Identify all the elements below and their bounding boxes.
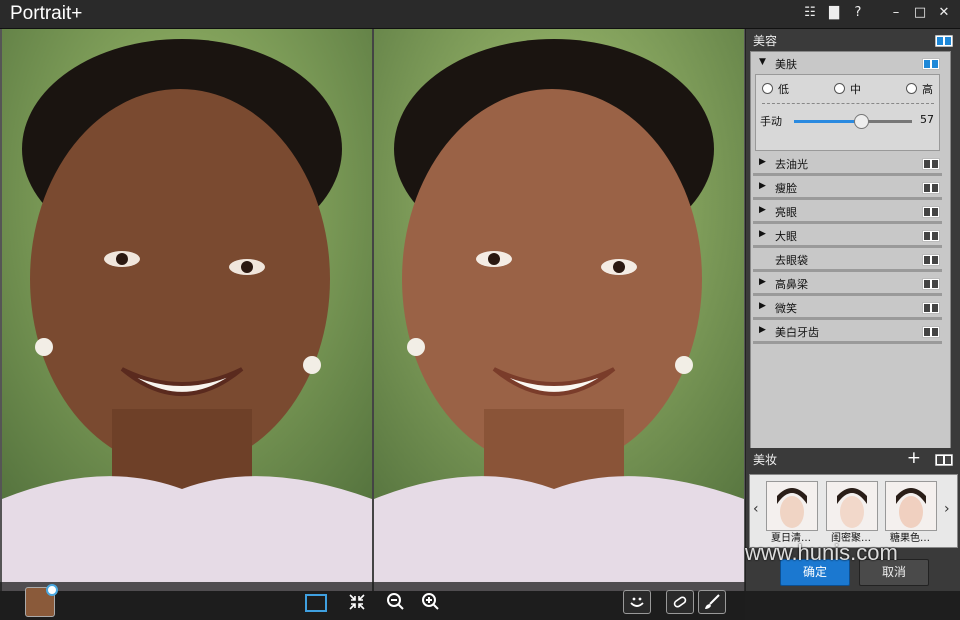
- feature-item-label: 美白牙齿: [775, 326, 819, 339]
- radio-high-label: 高: [922, 83, 933, 96]
- prev-arrow-icon[interactable]: ‹: [753, 501, 759, 517]
- radio-medium-icon: [834, 83, 845, 94]
- radio-high[interactable]: 高: [906, 81, 933, 97]
- expand-arrow-icon: ▶: [759, 157, 766, 167]
- feature-item[interactable]: ▶ 亮眼: [753, 202, 942, 224]
- feature-item-label: 去眼袋: [775, 254, 808, 267]
- expand-arrow-icon: ▶: [759, 205, 766, 215]
- adjust-panel: 美容 ▼ 美肤 低 中 高 手动 57 ▶ 去油光 ▶ 瘦脸 ▶ 亮眼 ▶ 大眼去眼袋 ▶ 高鼻梁…: [745, 29, 960, 591]
- feature-toggle[interactable]: [922, 230, 940, 242]
- expand-arrow-icon: ▶: [759, 301, 766, 311]
- radio-medium-label: 中: [850, 83, 861, 96]
- feature-item[interactable]: ▶ 高鼻梁: [753, 274, 942, 296]
- retouched-photo: [374, 29, 744, 591]
- feature-item[interactable]: ▶ 瘦脸: [753, 178, 942, 200]
- radio-low[interactable]: 低: [762, 81, 789, 97]
- beauty-section-toggle[interactable]: [935, 35, 953, 47]
- help-icon[interactable]: ?: [848, 4, 868, 22]
- radio-medium[interactable]: 中: [834, 81, 861, 97]
- skin-header[interactable]: ▼ 美肤: [753, 54, 942, 73]
- feature-toggle[interactable]: [922, 254, 940, 266]
- slider-handle[interactable]: [854, 114, 870, 129]
- app-title: Portrait+: [10, 3, 83, 24]
- expand-arrow-icon: ▶: [759, 325, 766, 335]
- smile-icon[interactable]: [623, 590, 651, 614]
- collapse-arrow-icon: ▼: [759, 57, 766, 67]
- feature-toggle[interactable]: [922, 206, 940, 218]
- expand-arrow-icon: ▶: [759, 277, 766, 287]
- image-viewer: [0, 29, 745, 620]
- feature-item-label: 大眼: [775, 230, 797, 243]
- preset-thumb-2[interactable]: [826, 481, 878, 531]
- beauty-section-title: 美容: [753, 34, 778, 48]
- feature-item-label: 微笑: [775, 302, 797, 315]
- manual-label: 手动: [760, 115, 782, 128]
- skin-settings: 低 中 高 手动 57: [755, 74, 940, 151]
- preset-thumb-3[interactable]: [885, 481, 937, 531]
- feature-item[interactable]: ▶ 微笑: [753, 298, 942, 320]
- maximize-icon[interactable]: □: [910, 4, 930, 22]
- expand-arrow-icon: ▶: [759, 181, 766, 191]
- add-icon[interactable]: +: [907, 448, 921, 468]
- feature-toggle[interactable]: [922, 302, 940, 314]
- manual-value: 57: [920, 113, 934, 126]
- makeup-section-toggle[interactable]: [935, 454, 953, 466]
- radio-high-icon: [906, 83, 917, 94]
- title-bar: Portrait+ ☷ ▇ ? – □ ✕: [0, 0, 960, 29]
- divider: [762, 103, 934, 104]
- feature-toggle[interactable]: [922, 158, 940, 170]
- skin-toggle[interactable]: [922, 58, 940, 70]
- thumbnail-avatar[interactable]: [25, 584, 58, 617]
- expand-arrow-icon: ▶: [759, 229, 766, 239]
- manual-slider[interactable]: [794, 114, 912, 129]
- feature-toggle[interactable]: [922, 326, 940, 338]
- original-photo: [2, 29, 372, 591]
- feature-toggle[interactable]: [922, 278, 940, 290]
- radio-low-label: 低: [778, 83, 789, 96]
- minimize-icon[interactable]: –: [886, 4, 906, 22]
- slider-fill: [794, 120, 862, 123]
- feature-item[interactable]: ▶ 去油光: [753, 154, 942, 176]
- makeup-section-header[interactable]: 美妆 +: [746, 448, 960, 470]
- fit-screen-icon[interactable]: [345, 590, 369, 614]
- list-icon[interactable]: ☷: [800, 4, 820, 22]
- feature-item[interactable]: ▶ 大眼: [753, 226, 942, 248]
- feature-item[interactable]: ▶ 美白牙齿: [753, 322, 942, 344]
- beauty-section-header[interactable]: 美容: [746, 29, 960, 51]
- feature-item-label: 去油光: [775, 158, 808, 171]
- feature-item-label: 高鼻梁: [775, 278, 808, 291]
- radio-low-icon: [762, 83, 773, 94]
- window-controls: ☷ ▇ ? – □ ✕: [800, 4, 954, 22]
- feature-toggle[interactable]: [922, 182, 940, 194]
- chat-icon[interactable]: ▇: [824, 4, 844, 22]
- next-arrow-icon[interactable]: ›: [944, 501, 950, 517]
- skin-title: 美肤: [775, 58, 797, 71]
- feature-item-label: 亮眼: [775, 206, 797, 219]
- makeup-presets: ‹ 夏日清… 闺密聚… 糖果色… ›: [749, 474, 958, 548]
- makeup-section-title: 美妆: [753, 453, 778, 467]
- close-icon[interactable]: ✕: [934, 4, 954, 22]
- viewer-toolbar: [0, 582, 745, 620]
- zoom-in-icon[interactable]: [419, 590, 443, 614]
- compare-view-icon[interactable]: [305, 594, 327, 612]
- zoom-out-icon[interactable]: [384, 590, 408, 614]
- watermark: www.hunis.com: [745, 540, 898, 565]
- feature-item-label: 瘦脸: [775, 182, 797, 195]
- brush-icon[interactable]: [698, 590, 726, 614]
- feature-item[interactable]: 去眼袋: [753, 250, 942, 272]
- bandage-icon[interactable]: [666, 590, 694, 614]
- beauty-options: ▼ 美肤 低 中 高 手动 57 ▶ 去油光 ▶ 瘦脸 ▶ 亮眼 ▶ 大眼去眼袋 ▶ 高鼻梁 ▶ 微笑…: [750, 51, 951, 449]
- preset-thumb-1[interactable]: [766, 481, 818, 531]
